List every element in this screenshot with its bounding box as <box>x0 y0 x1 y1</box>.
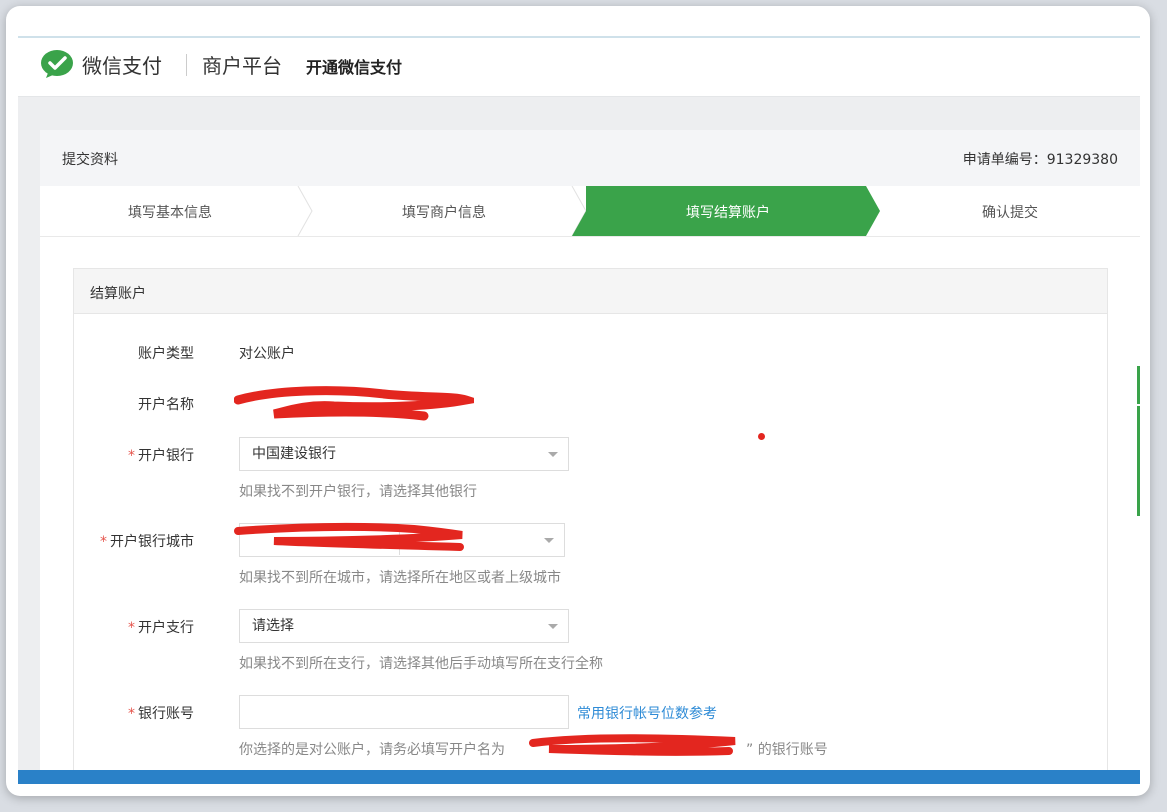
account-number-input[interactable] <box>239 695 569 729</box>
step-confirm-submit: 确认提交 <box>982 205 1038 221</box>
account-number-hint-prefix: 你选择的是对公账户，请务必填写开户名为 <box>239 742 505 758</box>
bank-city-label: * 开户银行城市 <box>100 534 194 550</box>
account-number-label: * 银行账号 <box>128 706 194 722</box>
account-number-hint-redaction <box>529 734 736 756</box>
header-separator <box>186 54 187 76</box>
red-marker-dot <box>758 433 765 440</box>
page-subtitle: 开通微信支付 <box>306 58 403 77</box>
bottom-status-bar <box>18 770 1140 784</box>
panel-title: 提交资料 <box>62 152 118 168</box>
application-number: 申请单编号：91329380 <box>962 152 1118 168</box>
section-title: 结算账户 <box>90 286 146 302</box>
bank-hint: 如果找不到开户银行，请选择其他银行 <box>239 484 477 500</box>
submit-panel: 提交资料 申请单编号：91329380 填写基本信息 填写商户信息 填写结算账户… <box>40 130 1140 776</box>
step-fill-basic-info: 填写基本信息 <box>128 205 212 221</box>
account-type-value: 对公账户 <box>239 346 295 362</box>
chevron-down-icon <box>548 624 558 629</box>
account-digits-reference-link[interactable]: 常用银行帐号位数参考 <box>577 703 717 723</box>
platform-name[interactable]: 商户平台 <box>202 50 282 79</box>
section-header: 结算账户 <box>74 269 1107 314</box>
account-name-redaction <box>234 386 474 421</box>
chevron-down-icon <box>548 452 558 457</box>
chevron-down-icon <box>544 538 554 543</box>
settlement-account-section: 结算账户 账户类型 对公账户 开户名称 * 开户银行 中国建设银行 如果找不到开户… <box>73 268 1108 776</box>
bank-city-select[interactable] <box>239 523 565 557</box>
account-type-label: 账户类型 <box>138 346 194 362</box>
progress-steps: 填写基本信息 填写商户信息 填写结算账户 确认提交 <box>40 186 1140 237</box>
branch-label: * 开户支行 <box>128 620 194 636</box>
bank-city-hint: 如果找不到所在城市，请选择所在地区或者上级城市 <box>239 570 561 586</box>
panel-header: 提交资料 申请单编号：91329380 <box>40 130 1140 186</box>
bank-select-value: 中国建设银行 <box>252 446 336 462</box>
branch-select-value: 请选择 <box>252 618 294 634</box>
wechat-pay-logo-icon <box>41 50 73 78</box>
step-fill-settlement-account: 填写结算账户 <box>686 205 770 221</box>
account-number-hint-suffix: ” 的银行账号 <box>746 742 828 758</box>
browser-window: 微信支付 商户平台 开通微信支付 提交资料 申请单编号：91329380 填写基… <box>6 6 1150 796</box>
branch-hint: 如果找不到所在支行，请选择其他后手动填写所在支行全称 <box>239 656 603 672</box>
brand-name[interactable]: 微信支付 <box>82 50 162 79</box>
page-header: 微信支付 商户平台 开通微信支付 <box>18 38 1140 97</box>
side-green-indicator-top <box>1137 366 1140 404</box>
branch-select[interactable]: 请选择 <box>239 609 569 643</box>
step-fill-merchant-info: 填写商户信息 <box>402 205 486 221</box>
bank-select[interactable]: 中国建设银行 <box>239 437 569 471</box>
side-green-indicator-bottom <box>1137 406 1140 516</box>
city-select-divider <box>399 525 400 555</box>
account-name-label: 开户名称 <box>138 397 194 413</box>
bank-label: * 开户银行 <box>128 448 194 464</box>
